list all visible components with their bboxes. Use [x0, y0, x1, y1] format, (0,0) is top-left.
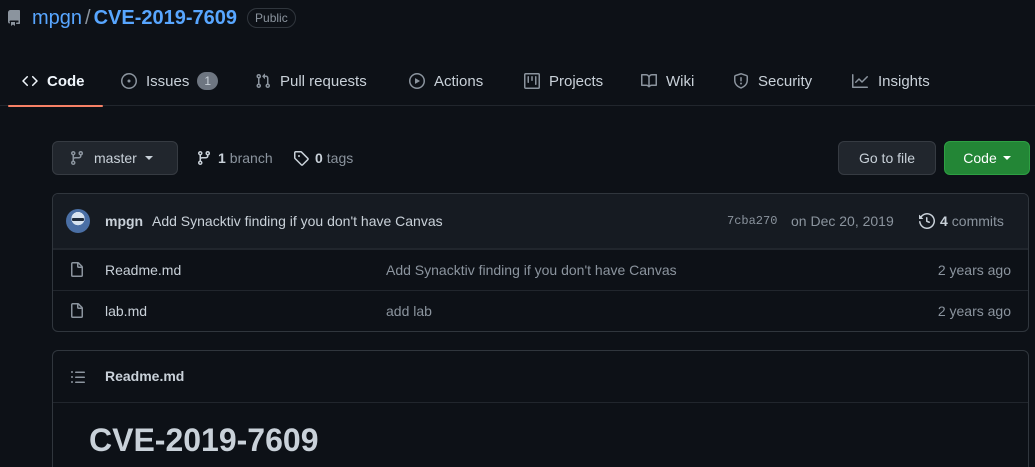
avatar[interactable] — [66, 209, 90, 233]
tag-count: 0 — [315, 150, 323, 166]
visibility-badge: Public — [247, 8, 296, 28]
tab-label: Wiki — [666, 72, 695, 90]
tab-security[interactable]: Security — [733, 56, 812, 106]
commit-author-link[interactable]: mpgn — [105, 213, 143, 229]
code-button-label: Code — [963, 150, 997, 166]
latest-commit-bar: mpgn Add Synacktiv finding if you don't … — [53, 194, 1028, 249]
code-icon — [22, 73, 38, 89]
graph-icon — [851, 73, 869, 89]
git-pull-request-icon — [255, 73, 271, 89]
tag-label: tags — [326, 150, 354, 166]
tags-link[interactable]: 0 tags — [293, 141, 353, 175]
readme-title-link[interactable]: Readme.md — [105, 368, 184, 384]
history-icon — [919, 213, 935, 229]
file-commit-message-link[interactable]: Add Synacktiv finding if you don't have … — [386, 262, 677, 278]
chevron-down-icon — [144, 156, 153, 160]
tab-label: Code — [47, 72, 85, 90]
file-row[interactable]: lab.md add lab 2 years ago — [53, 290, 1028, 331]
path-separator: / — [85, 6, 91, 29]
book-icon — [641, 73, 657, 89]
tag-icon — [293, 150, 309, 166]
readme-heading: CVE-2019-7609 — [89, 422, 319, 458]
repo-name-link[interactable]: CVE-2019-7609 — [94, 7, 237, 30]
repo-header: mpgn / CVE-2019-7609 Public — [0, 0, 1035, 36]
tab-label: Security — [758, 72, 813, 90]
repo-nav-tabs: Code Issues 1 Pull requests Actions Proj… — [0, 56, 1035, 107]
branch-select-button[interactable]: master — [52, 141, 178, 175]
file-name-link[interactable]: lab.md — [105, 303, 147, 319]
file-name-link[interactable]: Readme.md — [105, 262, 181, 278]
readme-panel: Readme.md CVE-2019-7609 — [52, 350, 1029, 467]
repo-owner-link[interactable]: mpgn — [32, 7, 82, 30]
file-commit-message-link[interactable]: add lab — [386, 303, 432, 319]
tab-label: Actions — [434, 72, 484, 90]
chevron-down-icon — [1002, 156, 1011, 160]
readme-header: Readme.md — [53, 351, 1028, 403]
file-commit-age: 2 years ago — [937, 303, 1011, 319]
branch-name: master — [94, 150, 137, 166]
table-icon — [524, 73, 540, 89]
tab-actions[interactable]: Actions — [409, 56, 483, 106]
tab-code[interactable]: Code — [8, 56, 102, 107]
branch-label: branch — [229, 150, 273, 166]
commit-sha-link[interactable]: 7cba270 — [727, 214, 777, 228]
go-to-file-button[interactable]: Go to file — [838, 141, 936, 175]
tab-issues[interactable]: Issues 1 — [121, 56, 219, 106]
file-row[interactable]: Readme.md Add Synacktiv finding if you d… — [53, 249, 1028, 290]
tab-label: Issues — [146, 72, 190, 90]
tab-projects[interactable]: Projects — [524, 56, 603, 106]
tab-label: Insights — [878, 72, 930, 90]
file-icon — [69, 262, 85, 278]
commit-count-label: commits — [951, 213, 1004, 229]
git-branch-icon — [196, 150, 212, 166]
repo-icon — [6, 10, 22, 26]
shield-icon — [733, 73, 749, 89]
commit-count: 4 — [940, 213, 948, 229]
tab-pull-requests[interactable]: Pull requests — [255, 56, 367, 106]
tab-wiki[interactable]: Wiki — [641, 56, 694, 106]
tab-insights[interactable]: Insights — [851, 56, 930, 106]
commit-date: on Dec 20, 2019 — [791, 213, 894, 229]
list-unordered-icon[interactable] — [70, 369, 86, 385]
tab-label: Pull requests — [280, 72, 367, 90]
code-dropdown-button[interactable]: Code — [944, 141, 1030, 175]
issues-count-badge: 1 — [197, 72, 219, 90]
branch-count: 1 — [218, 150, 226, 166]
file-commit-age: 2 years ago — [937, 262, 1011, 278]
commits-history-link[interactable]: 4 commits — [919, 213, 1004, 229]
file-icon — [69, 303, 85, 319]
tab-label: Projects — [549, 72, 604, 90]
file-browser: mpgn Add Synacktiv finding if you don't … — [52, 193, 1029, 332]
branches-link[interactable]: 1 branch — [196, 141, 273, 175]
play-icon — [409, 73, 425, 89]
commit-message-link[interactable]: Add Synacktiv finding if you don't have … — [152, 213, 443, 229]
issue-opened-icon — [121, 73, 137, 89]
git-branch-icon — [69, 150, 85, 166]
